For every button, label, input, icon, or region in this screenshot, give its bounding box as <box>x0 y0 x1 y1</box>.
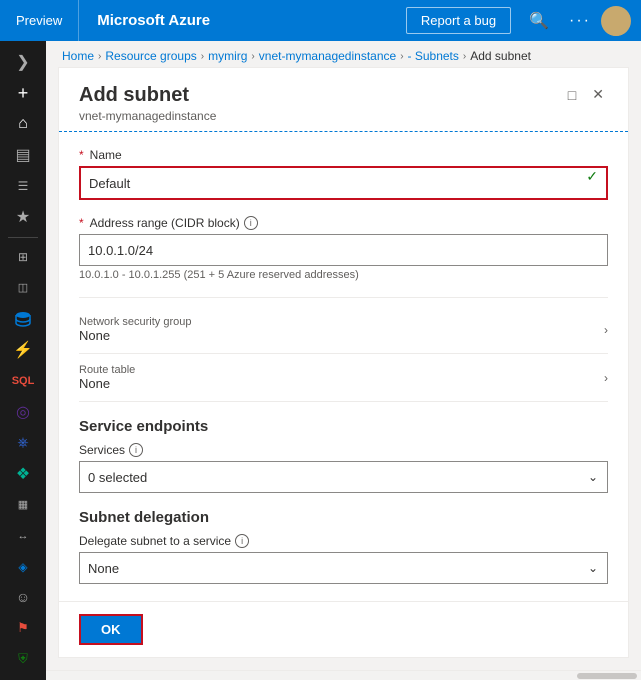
restore-button[interactable]: □ <box>564 84 580 105</box>
search-icon[interactable]: 🔍 <box>519 11 559 31</box>
breadcrumb-sep-1: › <box>98 51 101 62</box>
name-checkmark-icon: ✓ <box>586 168 598 185</box>
preview-tab[interactable]: Preview <box>0 0 79 41</box>
sidebar-cosmos-db[interactable]: ◎ <box>3 397 43 426</box>
name-field-group: * Name ✓ <box>79 148 608 200</box>
sidebar-function-apps[interactable]: ⚡ <box>3 335 43 364</box>
delegate-select[interactable]: None <box>79 552 608 584</box>
topbar: Preview Microsoft Azure Report a bug 🔍 ·… <box>0 0 641 41</box>
service-endpoints-header: Service endpoints <box>79 418 608 435</box>
name-label-text: Name <box>90 148 122 162</box>
bottom-scrollbar[interactable] <box>46 670 641 680</box>
sidebar-collapse[interactable]: ❯ <box>3 48 43 77</box>
route-table-row[interactable]: Route table None › <box>79 354 608 402</box>
subnet-delegation-header: Subnet delegation <box>79 509 608 526</box>
breadcrumb-home[interactable]: Home <box>62 49 94 63</box>
ok-button[interactable]: OK <box>79 614 143 645</box>
nsg-row-content: Network security group None <box>79 316 192 343</box>
name-input-wrapper: ✓ <box>79 166 608 200</box>
address-range-input[interactable] <box>79 234 608 266</box>
services-label-text: Services <box>79 443 125 457</box>
sidebar-sql[interactable]: SQL <box>3 366 43 395</box>
divider-1 <box>79 297 608 298</box>
breadcrumb-sep-2: › <box>201 51 204 62</box>
name-input[interactable] <box>81 168 606 198</box>
services-label: Services i <box>79 443 608 457</box>
panel-title: Add subnet <box>79 84 216 107</box>
services-select[interactable]: 0 selected <box>79 461 608 493</box>
breadcrumb-current: Add subnet <box>470 49 531 63</box>
app-title: Microsoft Azure <box>79 12 406 29</box>
sidebar-user[interactable]: ☺ <box>3 583 43 612</box>
address-range-label-text: Address range (CIDR block) <box>90 216 240 230</box>
scrollbar-thumb <box>577 673 637 679</box>
sidebar-resource-groups[interactable]: ⊞ <box>3 243 43 272</box>
address-range-label: * Address range (CIDR block) i <box>79 216 608 230</box>
breadcrumb-resource-groups[interactable]: Resource groups <box>105 49 196 63</box>
sidebar-dashboard[interactable]: ▤ <box>3 141 43 170</box>
services-info-icon[interactable]: i <box>129 443 143 457</box>
sidebar-item-diamond[interactable]: ◈ <box>3 552 43 581</box>
services-select-wrapper: 0 selected ⌄ <box>79 461 608 493</box>
panel-subtitle: vnet-mymanagedinstance <box>79 109 216 123</box>
panel-body: * Name ✓ * Address range (CIDR block) i <box>59 132 628 601</box>
sidebar-home[interactable]: ⌂ <box>3 110 43 139</box>
sidebar-extensions[interactable]: ❖ <box>3 459 43 488</box>
sidebar-flag[interactable]: ⚑ <box>3 614 43 643</box>
delegate-select-wrapper: None ⌄ <box>79 552 608 584</box>
sidebar-virtual-machines[interactable]: ◫ <box>3 273 43 302</box>
nsg-value: None <box>79 328 192 343</box>
address-required-marker: * <box>79 216 84 230</box>
sidebar-storage[interactable]: ▦ <box>3 490 43 519</box>
sidebar-security[interactable]: ⛨ <box>3 644 43 673</box>
services-field-group: Services i 0 selected ⌄ <box>79 443 608 493</box>
sidebar-all-services[interactable]: ☰ <box>3 172 43 201</box>
sidebar-sql-databases[interactable] <box>3 304 43 333</box>
panel-footer: OK <box>59 601 628 657</box>
main-layout: ❯ + ⌂ ▤ ☰ ★ ⊞ ◫ ⚡ SQL ◎ ⎈ ❖ ▦ ↔ ◈ ☺ ⚑ ⛨ … <box>0 41 641 680</box>
delegate-info-icon[interactable]: i <box>235 534 249 548</box>
breadcrumb-vnet[interactable]: vnet-mymanagedinstance <box>259 49 396 63</box>
breadcrumb: Home › Resource groups › mymirg › vnet-m… <box>46 41 641 67</box>
sidebar-divider <box>8 237 38 238</box>
more-options-icon[interactable]: ··· <box>559 12 601 30</box>
route-table-chevron-icon: › <box>604 371 608 385</box>
route-table-row-content: Route table None <box>79 364 135 391</box>
panel-title-group: Add subnet vnet-mymanagedinstance <box>79 84 216 123</box>
breadcrumb-sep-5: › <box>463 51 466 62</box>
content-area: Home › Resource groups › mymirg › vnet-m… <box>46 41 641 680</box>
address-range-field-group: * Address range (CIDR block) i 10.0.1.0 … <box>79 216 608 281</box>
sidebar-network[interactable]: ↔ <box>3 521 43 550</box>
address-range-info-icon[interactable]: i <box>244 216 258 230</box>
sidebar-favorites[interactable]: ★ <box>3 203 43 232</box>
nsg-chevron-icon: › <box>604 323 608 337</box>
sidebar-kubernetes[interactable]: ⎈ <box>3 428 43 457</box>
add-subnet-panel: Add subnet vnet-mymanagedinstance □ ✕ * … <box>58 67 629 658</box>
breadcrumb-sep-3: › <box>251 51 254 62</box>
name-label: * Name <box>79 148 608 162</box>
sidebar-create[interactable]: + <box>3 79 43 108</box>
close-button[interactable]: ✕ <box>588 84 608 105</box>
report-bug-button[interactable]: Report a bug <box>406 7 511 34</box>
sidebar: ❯ + ⌂ ▤ ☰ ★ ⊞ ◫ ⚡ SQL ◎ ⎈ ❖ ▦ ↔ ◈ ☺ ⚑ ⛨ <box>0 41 46 680</box>
delegate-label: Delegate subnet to a service i <box>79 534 608 548</box>
route-table-value: None <box>79 376 135 391</box>
breadcrumb-sep-4: › <box>400 51 403 62</box>
breadcrumb-mymirg[interactable]: mymirg <box>208 49 247 63</box>
panel-header: Add subnet vnet-mymanagedinstance □ ✕ <box>59 68 628 132</box>
nsg-label: Network security group <box>79 316 192 328</box>
delegate-label-text: Delegate subnet to a service <box>79 534 231 548</box>
avatar[interactable] <box>601 6 631 36</box>
breadcrumb-subnets[interactable]: - Subnets <box>408 49 459 63</box>
route-table-label: Route table <box>79 364 135 376</box>
name-required-marker: * <box>79 148 84 162</box>
address-range-hint: 10.0.1.0 - 10.0.1.255 (251 + 5 Azure res… <box>79 269 608 281</box>
network-security-group-row[interactable]: Network security group None › <box>79 306 608 354</box>
panel-header-actions: □ ✕ <box>564 84 608 105</box>
delegate-field-group: Delegate subnet to a service i None ⌄ <box>79 534 608 584</box>
